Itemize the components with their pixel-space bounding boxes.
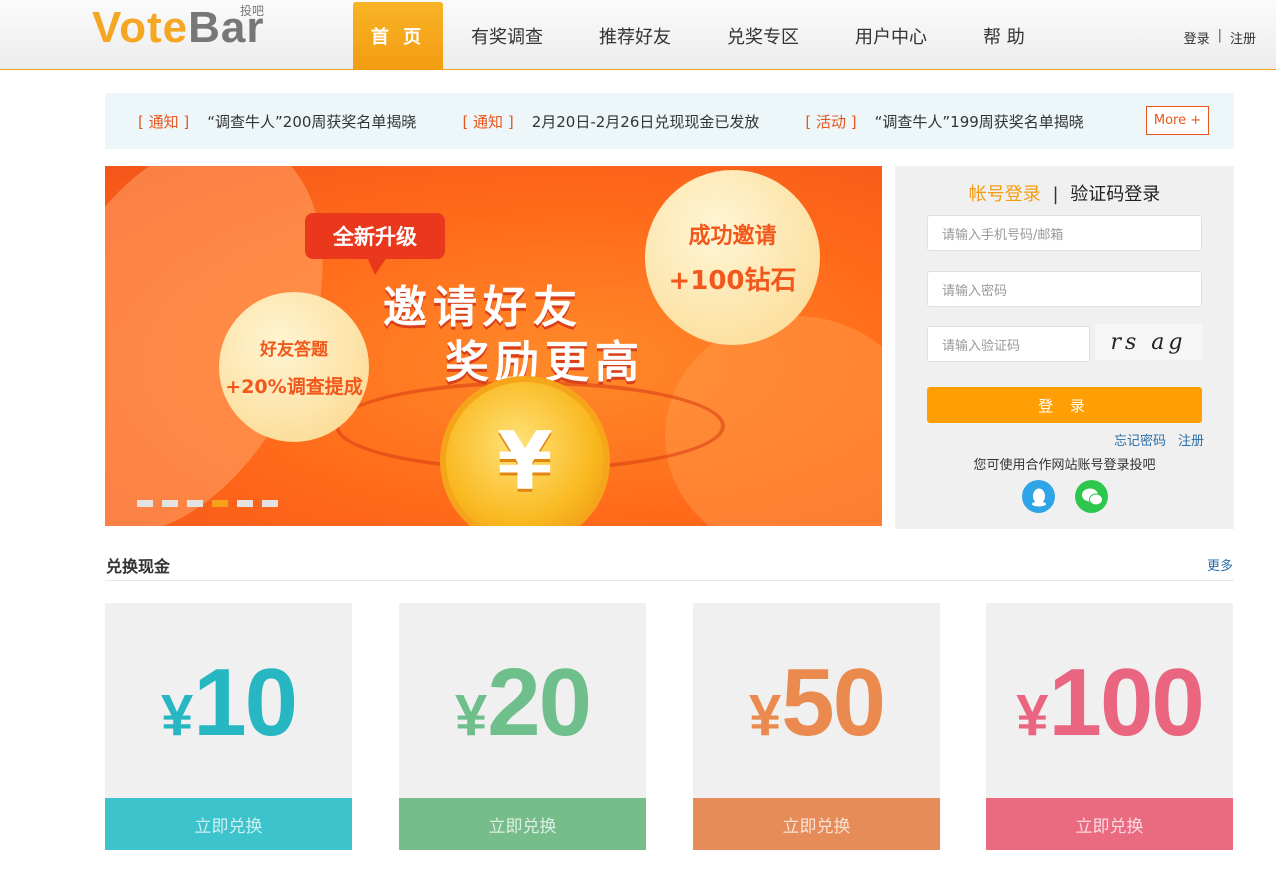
nav-help[interactable]: 帮 助 (955, 2, 1053, 70)
notice-item[interactable]: [ 通知 ] “调查牛人”200周获奖名单揭晓 (138, 111, 416, 132)
carousel-dot[interactable] (237, 500, 253, 507)
top-register-link[interactable]: 注册 (1230, 28, 1256, 47)
banner-upgrade-badge: 全新升级 (305, 213, 445, 275)
tab-divider: | (1052, 184, 1059, 205)
logo-ote: ote (119, 3, 189, 52)
banner-bonus-value: +100钻石 (668, 266, 797, 296)
cash-amount: ¥10 (105, 648, 352, 758)
banner-commission-title: 好友答题 (260, 340, 328, 360)
notice-more-button[interactable]: More + (1146, 106, 1209, 135)
notice-item[interactable]: [ 活动 ] “调查牛人”199周获奖名单揭晓 (805, 111, 1083, 132)
notice-text[interactable]: “调查牛人”199周获奖名单揭晓 (875, 111, 1084, 132)
tab-sms-login[interactable]: 验证码登录 (1070, 184, 1160, 205)
login-panel: 帐号登录 | 验证码登录 请输入手机号码/邮箱 请输入密码 请输入验证码 rs … (895, 166, 1234, 529)
notice-text[interactable]: “调查牛人”200周获奖名单揭晓 (207, 111, 416, 132)
yen-symbol: ¥ (1016, 683, 1049, 748)
top-links-separator: | (1217, 28, 1222, 43)
carousel-dots (137, 500, 278, 507)
register-link[interactable]: 注册 (1178, 430, 1204, 449)
banner-commission-circle: 好友答题 +20%调查提成 (219, 292, 369, 442)
carousel-dot[interactable] (262, 500, 278, 507)
promo-banner[interactable]: 成功邀请 +100钻石 好友答题 +20%调查提成 全新升级 邀请好友 奖励更高… (105, 166, 882, 526)
nav-rewards[interactable]: 兑奖专区 (699, 2, 827, 70)
notice-tag: [ 活动 ] (805, 112, 857, 131)
account-links: 登录 | 注册 (1184, 28, 1256, 47)
amount-value: 10 (193, 649, 298, 756)
redeem-button[interactable]: 立即兑换 (693, 798, 940, 850)
redeem-button[interactable]: 立即兑换 (399, 798, 646, 850)
cash-card-10: ¥10 立即兑换 (105, 603, 352, 850)
phone-email-input[interactable]: 请输入手机号码/邮箱 (927, 215, 1202, 251)
login-tabs: 帐号登录 | 验证码登录 (895, 180, 1234, 206)
notice-tag: [ 通知 ] (138, 112, 190, 131)
cash-amount: ¥50 (693, 648, 940, 758)
logo-subtitle: 投吧 (240, 4, 265, 18)
cash-amount: ¥100 (986, 648, 1233, 758)
section-divider (105, 580, 1234, 581)
login-button[interactable]: 登 录 (927, 387, 1202, 423)
yen-symbol: ¥ (160, 683, 194, 748)
amount-value: 20 (487, 649, 592, 756)
yen-symbol: ¥ (454, 683, 488, 748)
tab-account-login[interactable]: 帐号登录 (969, 184, 1041, 205)
banner-bonus-circle: 成功邀请 +100钻石 (645, 170, 820, 345)
carousel-dot[interactable] (162, 500, 178, 507)
exchange-section-title: 兑换现金 (106, 557, 171, 576)
amount-value: 50 (781, 649, 886, 756)
amount-value: 100 (1048, 649, 1205, 756)
notice-tag: [ 通知 ] (462, 112, 514, 131)
logo-letter-v: V (92, 3, 120, 52)
top-login-link[interactable]: 登录 (1184, 28, 1210, 47)
wechat-icon[interactable] (1075, 480, 1108, 513)
banner-commission-value: +20%调查提成 (225, 376, 363, 398)
yen-symbol: ¥ (748, 683, 782, 748)
notice-text[interactable]: 2月20日-2月26日兑现现金已发放 (532, 111, 760, 132)
captcha-image[interactable]: rs ag (1095, 324, 1202, 360)
cash-card-50: ¥50 立即兑换 (693, 603, 940, 850)
logo-wordmark: VoteBar (92, 6, 264, 50)
qq-icon[interactable] (1022, 480, 1055, 513)
partner-login-text: 您可使用合作网站账号登录投吧 (973, 458, 1156, 473)
notice-item[interactable]: [ 通知 ] 2月20日-2月26日兑现现金已发放 (462, 111, 759, 132)
nav-invite-friends[interactable]: 推荐好友 (571, 2, 699, 70)
site-header: VoteBar 投吧 首 页 有奖调查 推荐好友 兑奖专区 用户中心 帮 助 登… (0, 0, 1276, 70)
exchange-more-link[interactable]: 更多 (1207, 555, 1233, 574)
nav-surveys[interactable]: 有奖调查 (443, 2, 571, 70)
banner-bonus-title: 成功邀请 (688, 224, 777, 249)
carousel-dot-active[interactable] (212, 500, 228, 507)
redeem-button[interactable]: 立即兑换 (986, 798, 1233, 850)
cash-card-100: ¥100 立即兑换 (986, 603, 1233, 850)
redeem-button[interactable]: 立即兑换 (105, 798, 352, 850)
cash-amount: ¥20 (399, 648, 646, 758)
nav-user-center[interactable]: 用户中心 (827, 2, 955, 70)
votebar-logo[interactable]: VoteBar 投吧 (92, 0, 264, 50)
carousel-dot[interactable] (187, 500, 203, 507)
login-links: 忘记密码 注册 (1114, 430, 1204, 449)
main-nav: 首 页 有奖调查 推荐好友 兑奖专区 用户中心 帮 助 (353, 2, 1053, 70)
nav-home[interactable]: 首 页 (353, 2, 443, 70)
carousel-dot[interactable] (137, 500, 153, 507)
notice-bar: [ 通知 ] “调查牛人”200周获奖名单揭晓 [ 通知 ] 2月20日-2月2… (105, 93, 1234, 149)
cash-card-20: ¥20 立即兑换 (399, 603, 646, 850)
forgot-password-link[interactable]: 忘记密码 (1114, 430, 1166, 449)
captcha-input[interactable]: 请输入验证码 (927, 326, 1090, 362)
password-input[interactable]: 请输入密码 (927, 271, 1202, 307)
